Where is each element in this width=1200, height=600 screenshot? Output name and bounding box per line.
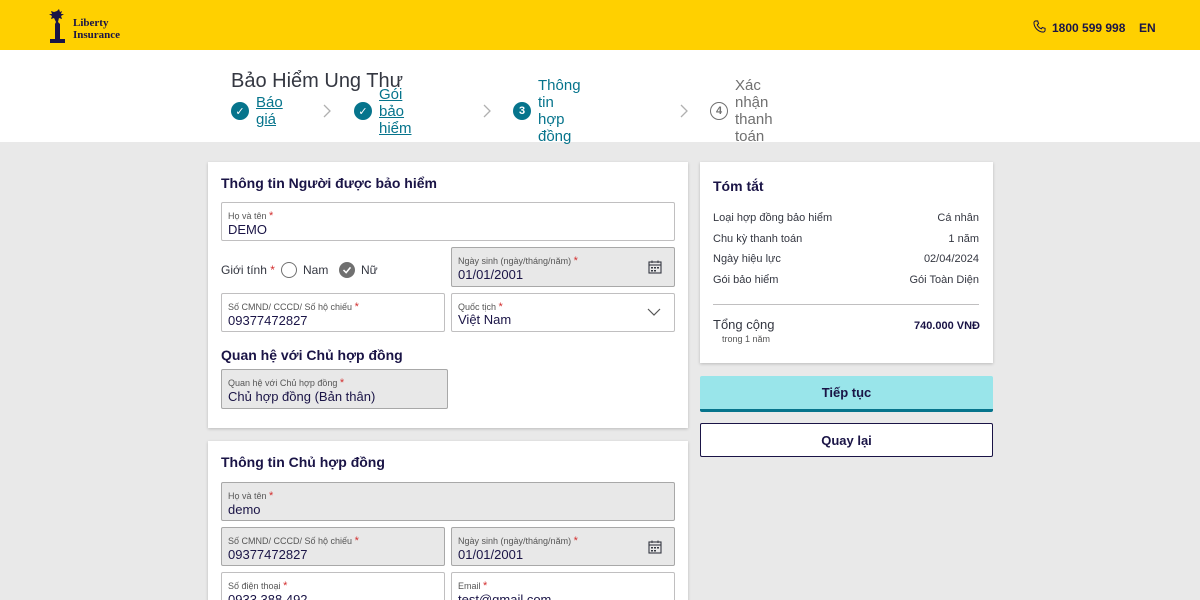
gender-label: Giới tính * [221, 263, 275, 277]
total-sublabel: trong 1 năm [722, 334, 771, 344]
check-icon: ✓ [231, 102, 249, 120]
section-title: Thông tin Chủ hợp đồng [221, 454, 385, 470]
holder-id-field[interactable]: Số CMND/ CCCD/ Số hộ chiếu * 09377472827 [221, 527, 445, 566]
step-package[interactable]: ✓ Gói bảo hiểm [354, 86, 412, 137]
logo-text: Liberty Insurance [73, 17, 121, 41]
holder-phone-value: 0933 388 492 [228, 592, 308, 600]
gender-female-label: Nữ [361, 263, 378, 277]
insured-person-card: Thông tin Người được bảo hiểm Họ và tên … [208, 162, 688, 428]
step-number: 4 [710, 102, 728, 120]
insured-dob-field[interactable]: Ngày sinh (ngày/tháng/năm) * 01/01/2001 [451, 247, 675, 287]
holder-phone-field[interactable]: Số điện thoại * 0933 388 492 [221, 572, 445, 600]
top-bar: Liberty Insurance 1800 599 998 EN [0, 0, 1200, 50]
nationality-select[interactable]: Quốc tịch * Việt Nam [451, 293, 675, 332]
relation-value: Chủ hợp đồng (Bản thân) [228, 389, 376, 404]
chevron-right-icon [323, 104, 331, 118]
step-number: 3 [513, 102, 531, 120]
total-label: Tổng cộng [713, 317, 775, 332]
chevron-right-icon [680, 104, 688, 118]
step-contract-info: 3 Thông tin hợp đồng [513, 77, 581, 145]
holder-dob-value: 01/01/2001 [458, 547, 524, 562]
holder-email-field[interactable]: Email * test@gmail.com [451, 572, 675, 600]
progress-header: Bảo Hiểm Ung Thư ✓ Báo giá ✓ Gói bảo hiể… [0, 50, 1200, 145]
check-icon [342, 266, 352, 274]
step-payment-confirm: 4 Xác nhận thanh toán [710, 77, 773, 145]
insured-id-field[interactable]: Số CMND/ CCCD/ Số hộ chiếu * 09377472827 [221, 293, 445, 332]
divider [713, 304, 979, 305]
calendar-icon[interactable] [648, 260, 662, 274]
insured-name-value: DEMO [228, 222, 267, 237]
step-quote[interactable]: ✓ Báo giá [231, 94, 283, 128]
gender-female-radio[interactable] [339, 262, 355, 278]
calendar-icon[interactable] [648, 540, 662, 554]
holder-email-value: test@gmail.com [458, 592, 552, 600]
check-icon: ✓ [354, 102, 372, 120]
total-amount: 740.000 VNĐ [913, 320, 980, 332]
holder-id-value: 09377472827 [228, 547, 308, 562]
holder-name-value: demo [228, 502, 261, 517]
nationality-value: Việt Nam [458, 312, 512, 327]
summary-card: Tóm tắt Loại hợp đồng bảo hiểm Cá nhân Ch… [700, 162, 993, 363]
hotline-number[interactable]: 1800 599 998 [1052, 21, 1125, 35]
gender-male-label: Nam [303, 263, 329, 277]
section-title: Thông tin Người được bảo hiểm [221, 175, 437, 191]
page-title: Bảo Hiểm Ung Thư [231, 70, 403, 92]
summary-title: Tóm tắt [713, 178, 764, 194]
liberty-logo[interactable]: Liberty Insurance [46, 9, 130, 43]
insured-name-field[interactable]: Họ và tên * DEMO [221, 202, 675, 241]
insured-dob-value: 01/01/2001 [458, 267, 524, 282]
holder-dob-field[interactable]: Ngày sinh (ngày/tháng/năm) * 01/01/2001 [451, 527, 675, 566]
relation-field[interactable]: Quan hệ với Chủ hợp đồng * Chủ hợp đồng … [221, 369, 448, 409]
relation-section-title: Quan hệ với Chủ hợp đồng [221, 347, 403, 363]
language-switch[interactable]: EN [1139, 21, 1156, 35]
gender-male-radio[interactable] [281, 262, 297, 278]
chevron-down-icon [647, 308, 661, 316]
phone-icon [1033, 20, 1046, 33]
statue-of-liberty-icon [49, 9, 65, 43]
continue-button[interactable]: Tiếp tục [700, 376, 993, 412]
insured-id-value: 09377472827 [228, 313, 308, 328]
policy-holder-card: Thông tin Chủ hợp đồng Họ và tên * demo … [208, 441, 688, 600]
back-button[interactable]: Quay lại [700, 423, 993, 457]
holder-name-field[interactable]: Họ và tên * demo [221, 482, 675, 521]
chevron-right-icon [483, 104, 491, 118]
